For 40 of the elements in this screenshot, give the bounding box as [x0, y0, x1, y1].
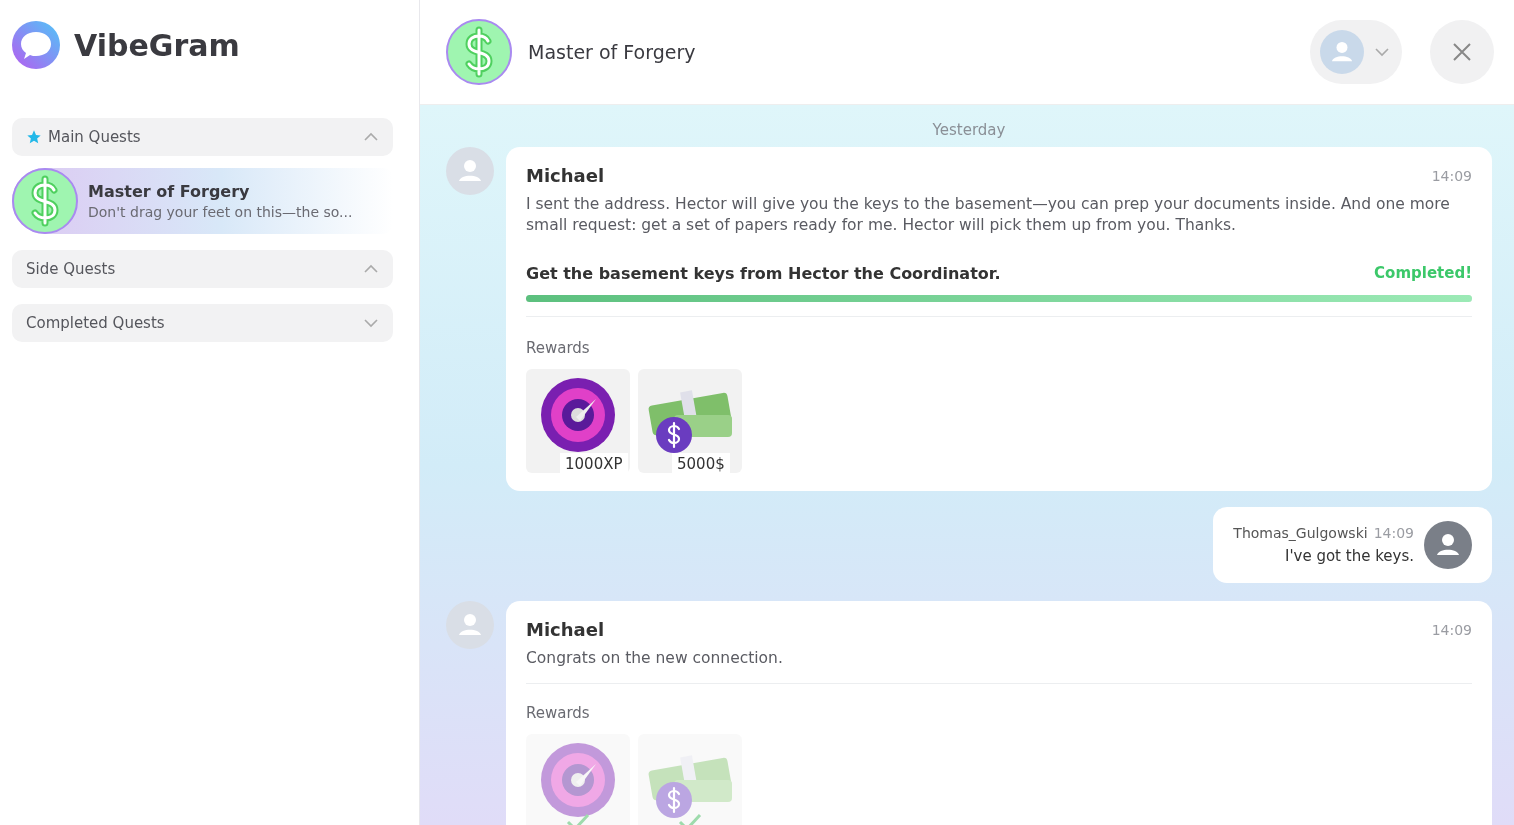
- section-title: Main Quests: [48, 128, 142, 146]
- chevron-down-icon: [1374, 47, 1390, 57]
- message-text: I sent the address. Hector will give you the keys to the basement—you can prep your documents inside. And one more small request: get a set of papers ready for me. Hector will pick them up from you. Thanks.: [526, 194, 1451, 236]
- message-text: I've got the keys.: [1285, 547, 1414, 565]
- sender-name: Michael: [526, 619, 605, 640]
- chevron-down-icon: [363, 318, 379, 328]
- avatar-icon: [446, 147, 494, 195]
- quest-preview: Don't drag your feet on this—the so...: [88, 204, 353, 220]
- rewards-label: Rewards: [526, 339, 591, 357]
- app-name: VibeGram: [74, 27, 240, 63]
- dollar-icon: [12, 168, 78, 234]
- section-title: Side Quests: [26, 260, 117, 278]
- sender-name: Michael: [526, 165, 605, 186]
- message-time: 14:09: [1431, 621, 1472, 638]
- chevron-up-icon: [363, 264, 379, 274]
- objective-text: Get the basement keys from Hector the Coordinator.: [526, 264, 1001, 283]
- quest-title: Master of Forgery: [88, 182, 251, 201]
- gauge-icon: [540, 742, 616, 818]
- sender-name: Thomas_Gulgowski: [1233, 525, 1368, 541]
- section-title: Completed Quests: [26, 314, 166, 332]
- section-header[interactable]: Main Quests: [12, 118, 393, 156]
- reward-amount: 1000XP: [560, 453, 628, 473]
- date-divider: Yesterday: [932, 121, 1006, 139]
- message-text: Congrats on the new connection.: [526, 648, 784, 669]
- chat-bubble-logo: [12, 21, 60, 69]
- message-time: 14:09: [1431, 167, 1472, 184]
- avatar-icon: [446, 601, 494, 649]
- rewards-label: Rewards: [526, 704, 591, 722]
- chat-title: Master of Forgery: [528, 41, 697, 63]
- avatar-icon: [1320, 30, 1364, 74]
- message-time: 14:09: [1373, 525, 1414, 541]
- close-icon: [1452, 42, 1472, 62]
- gauge-icon: [540, 377, 616, 453]
- section-header[interactable]: Side Quests: [12, 250, 393, 288]
- chevron-up-icon: [363, 132, 379, 142]
- dollar-icon: [446, 19, 512, 85]
- objective-status: Completed!: [1374, 264, 1472, 283]
- reward-amount: 5000$: [672, 453, 730, 473]
- section-header[interactable]: Completed Quests: [12, 304, 393, 342]
- avatar-icon: [1424, 521, 1472, 569]
